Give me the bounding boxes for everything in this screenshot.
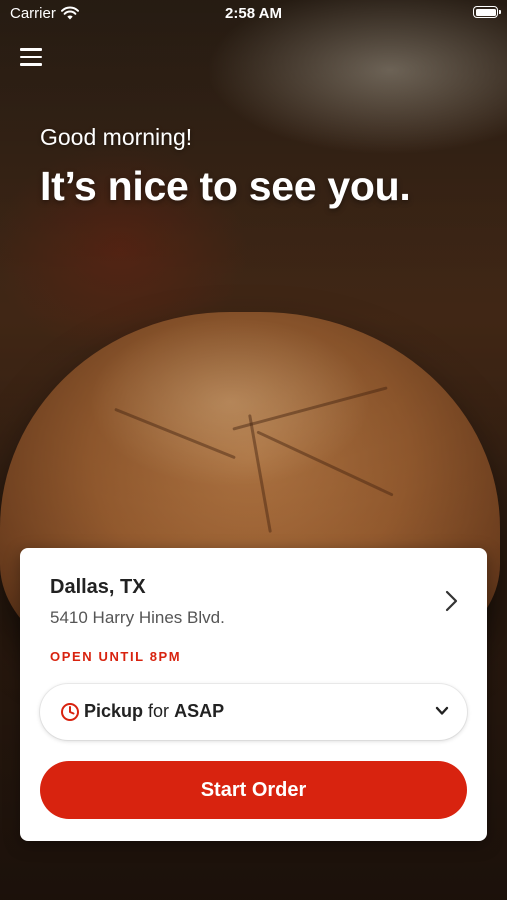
order-mode-connector: for [148,701,170,721]
clock-time: 2:58 AM [225,5,282,22]
battery-icon [473,6,501,18]
location-selector[interactable]: Dallas, TX 5410 Harry Hines Blvd. [20,548,487,628]
start-order-button[interactable]: Start Order [40,761,467,819]
location-address: 5410 Harry Hines Blvd. [50,608,225,627]
order-mode-dropdown[interactable]: Pickup for ASAP [40,684,467,740]
order-time-label: ASAP [174,701,225,721]
store-hours-badge: OPEN UNTIL 8PM [50,649,182,664]
welcome-headline: It’s nice to see you. [40,163,411,209]
clock-icon [61,703,79,721]
chevron-right-icon[interactable] [445,590,459,612]
location-card: Dallas, TX 5410 Harry Hines Blvd. OPEN U… [20,548,487,841]
location-city: Dallas, TX [50,576,146,598]
greeting-text: Good morning! [40,124,193,150]
chevron-down-icon [435,706,449,715]
hamburger-menu-icon[interactable] [20,48,42,68]
order-mode-label: Pickup [84,701,144,721]
order-mode-text: Pickup for ASAP [84,701,224,722]
status-bar: Carrier 2:58 AM [0,0,507,28]
